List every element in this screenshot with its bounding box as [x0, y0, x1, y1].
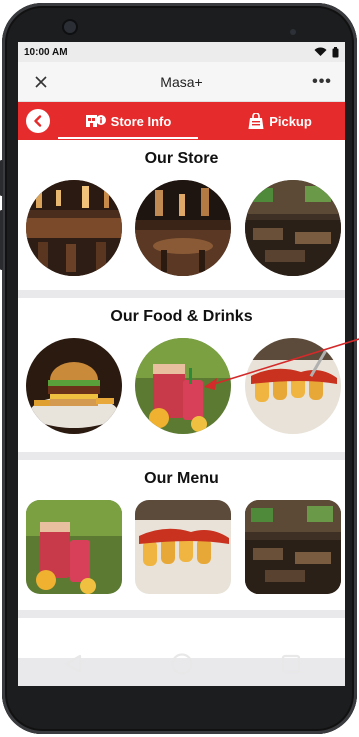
food-photo-burger[interactable]	[26, 338, 122, 434]
section-title-our-menu: Our Menu	[144, 470, 219, 487]
menu-photo-interior[interactable]	[245, 500, 341, 594]
wifi-icon	[314, 47, 327, 56]
tab-bar: Store Info Pickup	[18, 102, 345, 140]
nav-recents-button[interactable]	[261, 644, 321, 684]
status-bar: 10:00 AM	[18, 42, 345, 62]
circle-home-icon	[170, 653, 193, 675]
tab-store-info[interactable]: Store Info	[56, 102, 200, 140]
battery-icon	[332, 46, 339, 57]
proximity-sensor	[290, 29, 296, 35]
app-bar: Masa+ •••	[18, 62, 345, 102]
tab-store-info-label: Store Info	[110, 113, 172, 129]
active-tab-indicator	[58, 137, 198, 139]
pickup-bag-icon	[248, 112, 264, 129]
store-photo-bar[interactable]	[26, 180, 122, 276]
store-content: Our Store Our Food & Drinks Our Menu	[18, 140, 345, 686]
app-title: Masa+	[160, 73, 203, 90]
store-photo-row	[18, 180, 345, 276]
chevron-left-icon	[34, 115, 42, 127]
nav-back-button[interactable]	[43, 644, 103, 684]
triangle-back-icon	[64, 654, 81, 674]
store-info-icon	[85, 115, 106, 127]
square-recents-icon	[281, 654, 300, 674]
menu-photo-drink[interactable]	[26, 500, 122, 594]
section-our-store: Our Store	[18, 140, 345, 290]
section-title-our-store: Our Store	[144, 150, 219, 167]
back-button[interactable]	[26, 109, 50, 133]
volume-button	[0, 160, 3, 196]
screen: 10:00 AM Masa+ ••• Store Info Pickup Our…	[18, 42, 345, 686]
nav-home-button[interactable]	[152, 644, 212, 684]
food-photo-drink[interactable]	[135, 338, 231, 434]
food-photo-appetizer[interactable]	[245, 338, 341, 434]
menu-photo-row	[18, 500, 345, 596]
section-title-food-drinks: Our Food & Drinks	[110, 308, 253, 325]
power-button	[0, 210, 3, 270]
section-food-drinks: Our Food & Drinks	[18, 298, 345, 452]
store-photo-booths[interactable]	[245, 180, 341, 276]
system-nav-bar	[18, 638, 345, 690]
front-camera	[64, 21, 76, 33]
store-photo-dining[interactable]	[135, 180, 231, 276]
more-options-button[interactable]: •••	[299, 62, 345, 102]
section-our-menu: Our Menu	[18, 460, 345, 610]
menu-photo-appetizer[interactable]	[135, 500, 231, 594]
close-icon	[35, 75, 47, 88]
food-photo-row	[18, 338, 345, 434]
status-time: 10:00 AM	[24, 46, 68, 58]
tab-pickup-label: Pickup	[269, 113, 312, 129]
tab-pickup[interactable]: Pickup	[214, 102, 345, 140]
close-button[interactable]	[18, 62, 64, 102]
